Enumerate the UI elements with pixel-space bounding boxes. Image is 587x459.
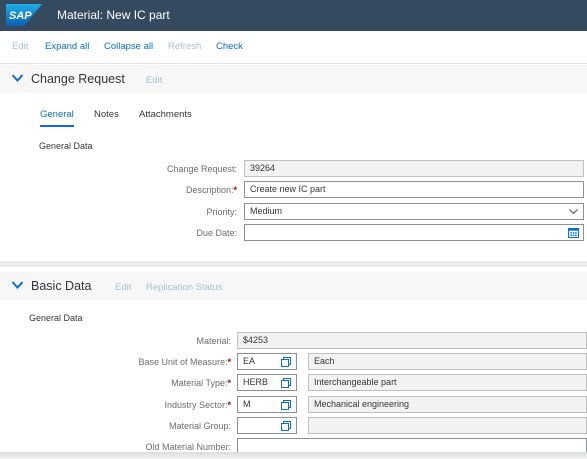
- industry-sector-text-field: Mechanical engineering: [308, 396, 587, 413]
- shell-bar: SAP Material: New IC part: [0, 0, 587, 31]
- industry-sector-label: Industry Sector:*: [164, 400, 231, 410]
- change-request-tabs: General Notes Attachments: [0, 100, 587, 129]
- tab-general[interactable]: General: [40, 109, 74, 120]
- required-marker: *: [227, 357, 231, 367]
- collapse-chevron-icon[interactable]: [11, 73, 24, 83]
- toolbar: Edit Expand all Collapse all Refresh Che…: [0, 31, 587, 64]
- tab-notes[interactable]: Notes: [94, 109, 119, 120]
- base-unit-label: Base Unit of Measure:*: [138, 357, 231, 367]
- due-date-label: Due Date:: [196, 228, 237, 238]
- material-field: $4253: [237, 332, 587, 349]
- basic-data-edit-link[interactable]: Edit: [115, 282, 131, 293]
- app-title: Material: New IC part: [57, 8, 170, 22]
- chevron-down-icon[interactable]: [568, 206, 579, 217]
- description-label: Description:*: [185, 185, 237, 195]
- value-help-icon[interactable]: [281, 357, 291, 367]
- sap-logo-text: SAP: [9, 10, 32, 22]
- change-request-general-data: General Data Change Request: 39264 Descr…: [9, 129, 587, 261]
- old-material-number-label: Old Material Number:: [145, 442, 231, 452]
- industry-sector-code-input[interactable]: M: [237, 396, 297, 413]
- change-request-edit-link[interactable]: Edit: [146, 75, 162, 86]
- expand-all-button[interactable]: Expand all: [45, 41, 89, 52]
- sap-logo[interactable]: SAP: [6, 4, 42, 26]
- change-request-field: 39264: [244, 160, 584, 177]
- collapse-all-button[interactable]: Collapse all: [104, 41, 153, 52]
- industry-sector-code: M: [243, 399, 251, 409]
- required-marker: *: [233, 185, 237, 195]
- value-help-icon[interactable]: [281, 378, 291, 388]
- material-type-label: Material Type:*: [171, 378, 231, 388]
- material-type-text-field: Interchangeable part: [308, 374, 587, 391]
- collapse-chevron-icon[interactable]: [11, 280, 24, 290]
- change-request-label: Change Request:: [166, 164, 237, 174]
- base-unit-code: EA: [243, 356, 256, 366]
- basic-data-group-title: General Data: [29, 313, 83, 323]
- required-marker: *: [227, 378, 231, 388]
- basic-data-section-header: Basic Data Edit Replication Status: [0, 272, 587, 300]
- change-request-section-header: Change Request Edit: [0, 65, 587, 93]
- tab-attachments[interactable]: Attachments: [139, 109, 192, 120]
- base-unit-code-input[interactable]: EA: [237, 353, 297, 370]
- priority-label: Priority:: [206, 207, 237, 217]
- due-date-field[interactable]: [244, 224, 584, 241]
- refresh-button[interactable]: Refresh: [168, 41, 201, 52]
- calendar-icon[interactable]: [568, 227, 579, 238]
- priority-select[interactable]: Medium: [244, 203, 584, 220]
- basic-data-general-data: General Data Material: $4253 Base Unit o…: [9, 300, 587, 452]
- change-request-group-title: General Data: [39, 141, 93, 151]
- required-marker: *: [227, 400, 231, 410]
- material-label: Material:: [196, 336, 231, 346]
- material-type-code: HERB: [243, 377, 269, 387]
- replication-status-link[interactable]: Replication Status: [146, 282, 223, 293]
- material-group-text-field: [308, 417, 587, 434]
- active-tab-indicator: [40, 125, 74, 127]
- section-divider: [0, 261, 587, 267]
- material-type-code-input[interactable]: HERB: [237, 374, 297, 391]
- bottom-edge: [0, 452, 587, 459]
- description-field[interactable]: Create new IC part: [244, 181, 584, 198]
- value-help-icon[interactable]: [281, 400, 291, 410]
- base-unit-text-field: Each: [308, 353, 587, 370]
- check-button[interactable]: Check: [216, 41, 243, 52]
- priority-value: Medium: [250, 206, 283, 216]
- basic-data-section-title: Basic Data: [31, 279, 92, 293]
- material-group-code-input[interactable]: [237, 417, 297, 434]
- material-group-label: Material Group:: [168, 421, 231, 431]
- edit-button[interactable]: Edit: [12, 41, 28, 52]
- change-request-section-title: Change Request: [31, 72, 125, 86]
- old-material-number-field[interactable]: [237, 438, 587, 452]
- value-help-icon[interactable]: [281, 421, 291, 431]
